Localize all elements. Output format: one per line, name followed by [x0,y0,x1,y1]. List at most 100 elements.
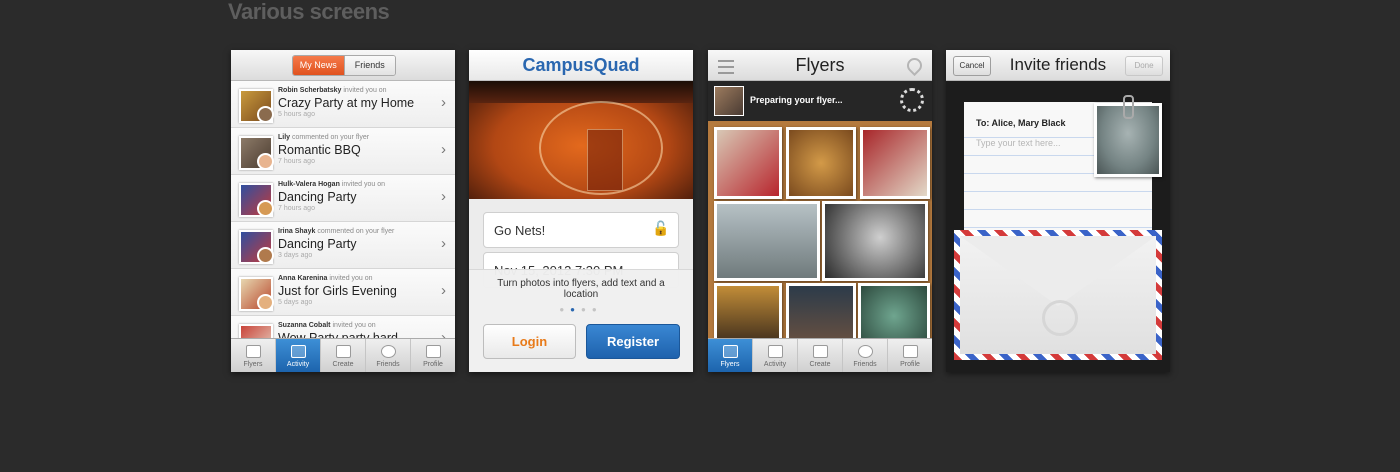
tab-activity[interactable]: Activity [752,339,797,372]
tab-friends[interactable]: Friends [842,339,887,372]
done-button[interactable]: Done [1125,56,1163,76]
tab-create[interactable]: Create [320,339,365,372]
activity-meta: Hulk-Valera Hogan invited you on [278,181,386,188]
page-dot: ● [591,305,603,314]
page-dot: ● [559,305,571,314]
tab-bar: Flyers Activity Create Friends Profile [231,338,455,372]
login-button[interactable]: Login [483,324,576,359]
list-item[interactable]: Hulk-Valera Hogan invited you on Dancing… [231,175,455,222]
envelope-flap [960,236,1156,306]
list-item[interactable]: Robin Scherbatsky invited you on Crazy P… [231,81,455,128]
list-item[interactable]: Anna Karenina invited you on Just for Gi… [231,269,455,316]
grid-icon [722,345,738,358]
tab-label: Friends [853,361,877,368]
tab-bar: Flyers Activity Create Friends Profile [708,338,932,372]
nav-bar: My News Friends [231,50,455,81]
tab-label: Friends [376,361,400,368]
activity-screen: My News Friends Robin Scherbatsky invite… [231,50,455,372]
upload-progress-bar: Preparing your flyer... [708,81,932,121]
avatar [257,153,274,170]
activity-list: Robin Scherbatsky invited you on Crazy P… [231,81,455,341]
unlock-icon[interactable]: 🔓 [652,220,669,237]
activity-meta: Robin Scherbatsky invited you on [278,87,387,94]
flyer-photo[interactable] [786,127,856,199]
chevron-right-icon: › [441,141,446,158]
activity-meta: Lily commented on your flyer [278,134,370,141]
activity-title: Dancing Party [278,237,357,251]
chevron-right-icon: › [441,94,446,111]
tab-friends[interactable]: Friends [365,339,410,372]
menu-icon[interactable] [718,60,734,74]
flyer-photo[interactable] [714,201,820,281]
activity-time: 3 days ago [278,252,313,259]
flyer-board [708,121,932,349]
register-button[interactable]: Register [586,324,680,359]
location-pin-icon[interactable] [903,54,926,77]
chevron-right-icon: › [441,282,446,299]
friends-icon [857,345,873,358]
activity-time: 7 hours ago [278,205,315,212]
activity-meta: Irina Shayk commented on your flyer [278,228,395,235]
search-logo-icon [1042,300,1078,336]
activity-time: 7 hours ago [278,158,315,165]
activity-time: 5 hours ago [278,111,315,118]
hero-photo [469,81,693,199]
segment-friends[interactable]: Friends [343,56,395,75]
flyer-thumbnail [714,86,744,116]
activity-time: 5 days ago [278,299,313,306]
camera-icon [812,345,828,358]
page-indicator[interactable]: ●●●● [469,305,693,314]
tab-label: Flyers [720,361,740,368]
list-icon [767,345,783,358]
tab-profile[interactable]: Profile [410,339,455,372]
tab-label: Activity [286,361,310,368]
flyer-photo[interactable] [714,127,782,199]
avatar [257,200,274,217]
page-dot-current: ● [570,305,581,314]
news-segmented-control: My News Friends [292,55,396,76]
court-paint [587,129,623,191]
activity-title: Just for Girls Evening [278,284,397,298]
flyers-screen: Flyers Preparing your flyer... Flyers Ac… [708,50,932,372]
tab-label: Flyers [243,361,263,368]
onboarding-caption: Turn photos into flyers, add text and a … [497,278,665,300]
chevron-right-icon: › [441,188,446,205]
activity-meta: Suzanna Cobalt invited you on [278,322,376,329]
nav-bar: Cancel Invite friends Done [946,50,1170,81]
camera-icon [335,345,351,358]
avatar [257,247,274,264]
activity-title: Romantic BBQ [278,143,361,157]
page-title: Flyers [795,55,845,75]
avatar [257,106,274,123]
segment-my-news[interactable]: My News [293,56,344,75]
tab-label: Create [332,361,354,368]
grid-icon [245,345,261,358]
tab-label: Profile [900,361,920,368]
list-icon [290,345,306,358]
section-heading: Various screens [228,0,390,24]
list-item[interactable]: Irina Shayk commented on your flyer Danc… [231,222,455,269]
friends-icon [380,345,396,358]
list-item[interactable]: Lily commented on your flyer Romantic BB… [231,128,455,175]
tab-label: Activity [763,361,787,368]
flyer-photo[interactable] [822,201,928,281]
activity-title: Crazy Party at my Home [278,96,415,110]
activity-meta: Anna Karenina invited you on [278,275,373,282]
crowd-area [469,81,693,103]
tab-label: Create [809,361,831,368]
recipients-field[interactable]: To: Alice, Mary Black [976,118,1066,128]
tab-profile[interactable]: Profile [887,339,932,372]
event-title-field[interactable]: Go Nets! 🔓 [483,212,679,248]
page-dot: ● [581,305,592,314]
avatar [257,294,274,311]
profile-card-icon [425,345,441,358]
profile-card-icon [902,345,918,358]
event-title-value: Go Nets! [494,223,546,238]
nav-bar: Flyers [708,50,932,81]
flyer-photo[interactable] [860,127,930,199]
message-input[interactable]: Type your text here... [976,138,1061,148]
tab-flyers[interactable]: Flyers [231,339,275,372]
tab-create[interactable]: Create [797,339,842,372]
tab-flyers[interactable]: Flyers [708,339,752,372]
tab-activity[interactable]: Activity [275,339,320,372]
